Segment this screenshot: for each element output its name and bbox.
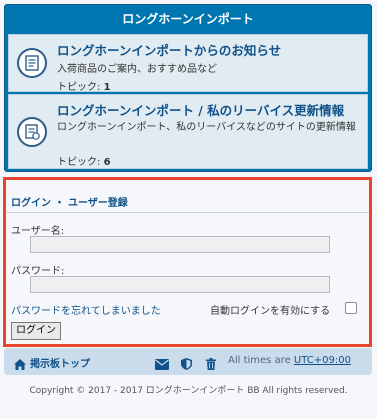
footer-navbar: 掲示板トップ All times are UTC+09:00 (4, 348, 372, 375)
forum-row: ロングホーンインポート / 私のリーバイス更新情報 ロングホーンインポート、私の… (8, 94, 368, 169)
forum-title-link[interactable]: ロングホーンインポートからのお知らせ (57, 40, 281, 59)
forgot-password-link[interactable]: パスワードを忘れてしまいました (11, 302, 161, 317)
home-icon[interactable] (14, 355, 26, 374)
forum-description: 入荷商品のご案内、おすすめ品など (57, 64, 217, 75)
topics-label: トピック: (57, 82, 101, 93)
topics-number: 1 (103, 82, 111, 93)
topics-label: トピック: (57, 157, 101, 168)
copyright-footer: Copyright © 2017 - 2017 ロングホーンインポート BB A… (29, 386, 348, 396)
board-index-link[interactable]: 掲示板トップ (30, 355, 90, 370)
timezone-prefix: All times are (228, 355, 291, 366)
username-input[interactable] (30, 236, 330, 253)
login-title: ログイン ・ ユーザー登録 (11, 198, 128, 209)
forum-title-link[interactable]: ロングホーンインポート / 私のリーバイス更新情報 (57, 100, 344, 119)
password-label: パスワード: (11, 266, 65, 277)
timezone-info: All times are UTC+09:00 (228, 355, 351, 366)
login-button[interactable]: ログイン (11, 322, 61, 340)
forum-read-icon (17, 117, 47, 147)
trash-icon[interactable] (206, 355, 216, 374)
forum-read-icon (17, 48, 47, 78)
autologin-checkbox[interactable] (345, 302, 357, 314)
autologin-label: 自動ログインを有効にする (210, 306, 331, 317)
shield-icon[interactable] (181, 355, 192, 374)
topics-count: トピック: 1 (57, 78, 111, 93)
password-input[interactable] (30, 276, 330, 293)
username-label: ユーザー名: (11, 226, 65, 237)
forum-description: ロングホーンインポート、私のリーバイスなどのサイトの更新情報 (57, 122, 356, 133)
forum-row: ロングホーンインポートからのお知らせ 入荷商品のご案内、おすすめ品など トピック… (8, 34, 368, 93)
topics-count: トピック: 6 (57, 153, 111, 168)
login-panel: ログイン ・ ユーザー登録 ユーザー名: パスワード: パスワードを忘れてしまい… (3, 177, 372, 347)
divider (6, 212, 369, 213)
timezone-link[interactable]: UTC+09:00 (294, 355, 351, 366)
forum-list: ロングホーンインポート ロングホーンインポートからのお知らせ 入荷商品のご案内、… (4, 4, 372, 172)
forum-category-header: ロングホーンインポート (122, 12, 254, 26)
topics-number: 6 (103, 157, 111, 168)
mail-icon[interactable] (155, 355, 169, 374)
